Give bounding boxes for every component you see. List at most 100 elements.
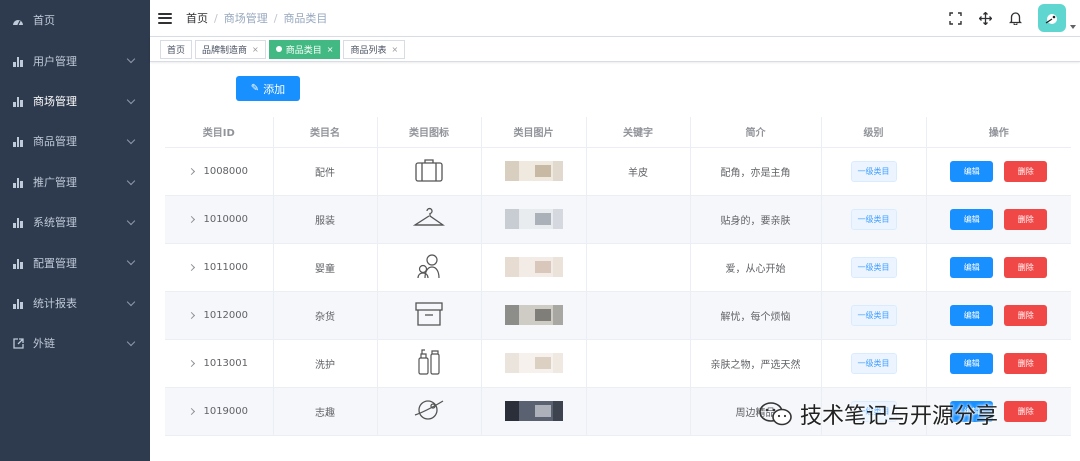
- chart-icon: [12, 135, 24, 148]
- cell-image: [481, 243, 587, 292]
- suitcase-icon: [414, 158, 444, 186]
- close-icon[interactable]: ×: [327, 45, 334, 54]
- cell-icon: [377, 243, 482, 292]
- chart-icon: [12, 95, 24, 107]
- category-image: [504, 209, 563, 229]
- dashboard-icon: [12, 14, 24, 26]
- edit-button[interactable]: 编辑: [950, 208, 994, 230]
- expand-arrow-icon[interactable]: [188, 359, 196, 367]
- chevron-down-icon: [126, 216, 136, 226]
- column-header[interactable]: 简介: [690, 117, 822, 148]
- column-header[interactable]: 类目图片: [481, 117, 587, 148]
- sidebar-item[interactable]: 统计报表: [0, 283, 150, 323]
- cell-icon: [377, 147, 482, 196]
- column-header[interactable]: 类目图标: [377, 117, 482, 148]
- cell-actions: 编辑 删除: [926, 243, 1071, 292]
- tag-label: 品牌制造商: [202, 45, 248, 56]
- tag-item[interactable]: 商品列表 ×: [343, 39, 406, 59]
- cell-level: 一级类目: [821, 195, 927, 244]
- navbar-right: [948, 0, 1080, 36]
- breadcrumb-item: 商品类目: [283, 12, 328, 25]
- cell-image: [481, 195, 587, 244]
- sidebar-item[interactable]: 系统管理: [0, 202, 150, 242]
- cell-name: 服装: [273, 195, 378, 244]
- expand-arrow-icon[interactable]: [188, 263, 196, 271]
- chart-icon: [12, 216, 24, 229]
- sidebar-item[interactable]: 外链: [0, 323, 150, 363]
- tag-item[interactable]: 品牌制造商 ×: [195, 39, 266, 59]
- category-id: 1019000: [203, 405, 249, 417]
- expand-arrow-icon[interactable]: [188, 311, 196, 319]
- tag-label: 商品列表: [350, 45, 387, 56]
- tag-item[interactable]: 首页: [160, 39, 193, 59]
- add-button-label: 添加: [263, 82, 286, 96]
- cell-keyword: [586, 291, 691, 340]
- cell-name: 志趣: [273, 387, 378, 436]
- sidebar-item-label: 系统管理: [33, 216, 77, 230]
- sidebar-item[interactable]: 商场管理: [0, 81, 150, 121]
- expand-arrow-icon[interactable]: [188, 215, 196, 223]
- bell-icon[interactable]: [1008, 11, 1022, 25]
- chevron-down-icon: [126, 297, 136, 306]
- category-image: [504, 161, 563, 181]
- cell-image: [481, 147, 587, 196]
- close-icon[interactable]: ×: [252, 45, 259, 54]
- column-header[interactable]: 类目名: [273, 117, 378, 148]
- wechat-logo-icon: [759, 402, 792, 426]
- delete-button[interactable]: 删除: [1004, 400, 1048, 422]
- breadcrumb-item[interactable]: 首页: [186, 10, 208, 26]
- fullscreen-icon[interactable]: [948, 11, 962, 25]
- expand-arrow-icon[interactable]: [188, 167, 196, 175]
- sidebar-item[interactable]: 配置管理: [0, 242, 150, 282]
- size-icon[interactable]: [978, 11, 992, 25]
- column-header[interactable]: 关键字: [586, 117, 691, 148]
- cell-level: 一级类目: [821, 243, 927, 292]
- cell-icon: [377, 339, 482, 388]
- tag-label: 首页: [167, 45, 186, 56]
- delete-button[interactable]: 删除: [1004, 256, 1048, 278]
- cell-desc: 爱，从心开始: [690, 243, 822, 292]
- sidebar-item-label: 商场管理: [33, 94, 77, 108]
- chevron-down-icon: [126, 95, 136, 105]
- sidebar-item-label: 首页: [33, 14, 55, 28]
- chart-icon: [12, 297, 24, 309]
- cell-name: 杂货: [273, 291, 378, 340]
- sidebar-item[interactable]: 商品管理: [0, 121, 150, 161]
- edit-button[interactable]: 编辑: [950, 304, 994, 326]
- sidebar-item[interactable]: 推广管理: [0, 162, 150, 202]
- caret-down-icon[interactable]: [1070, 25, 1076, 29]
- category-id: 1012000: [203, 309, 249, 321]
- cell-level: 一级类目: [821, 339, 927, 388]
- delete-button[interactable]: 删除: [1004, 304, 1048, 326]
- delete-button[interactable]: 删除: [1004, 208, 1048, 230]
- table-row: 1011000 婴童 爱，从心开始 一级类目 编辑 删除: [165, 243, 1071, 292]
- hanger-icon: [412, 207, 446, 234]
- cell-desc: 解忧，每个烦恼: [690, 291, 822, 340]
- column-header[interactable]: 级别: [821, 117, 927, 148]
- cell-level: 一级类目: [821, 291, 927, 340]
- column-header[interactable]: 操作: [926, 117, 1071, 148]
- close-icon[interactable]: ×: [391, 45, 398, 54]
- edit-button[interactable]: 编辑: [950, 160, 994, 182]
- avatar[interactable]: [1038, 4, 1066, 32]
- category-id: 1011000: [203, 261, 249, 273]
- active-dot-icon: [275, 46, 282, 52]
- sidebar-item[interactable]: 用户管理: [0, 40, 150, 80]
- category-id: 1010000: [203, 213, 249, 225]
- sidebar-item-label: 外链: [33, 337, 55, 351]
- delete-button[interactable]: 删除: [1004, 160, 1048, 182]
- sidebar-item[interactable]: 首页: [0, 0, 150, 40]
- watermark-text: 技术笔记与开源分享: [800, 404, 999, 429]
- column-header[interactable]: 类目ID: [165, 117, 274, 148]
- hamburger-icon[interactable]: [158, 12, 172, 24]
- cell-level: 一级类目: [821, 147, 927, 196]
- table-row: 1008000 配件 羊皮 配角，亦是主角 一级类目 编辑 删除: [165, 147, 1071, 196]
- tag-item[interactable]: 商品类目 ×: [268, 39, 341, 59]
- edit-button[interactable]: 编辑: [950, 256, 994, 278]
- add-button[interactable]: ✎ 添加: [236, 76, 300, 101]
- edit-button[interactable]: 编辑: [950, 352, 994, 374]
- expand-arrow-icon[interactable]: [188, 407, 196, 415]
- delete-button[interactable]: 删除: [1004, 352, 1048, 374]
- navbar: 首页 / 商场管理 / 商品类目: [150, 0, 1080, 36]
- level-tag: 一级类目: [850, 208, 897, 230]
